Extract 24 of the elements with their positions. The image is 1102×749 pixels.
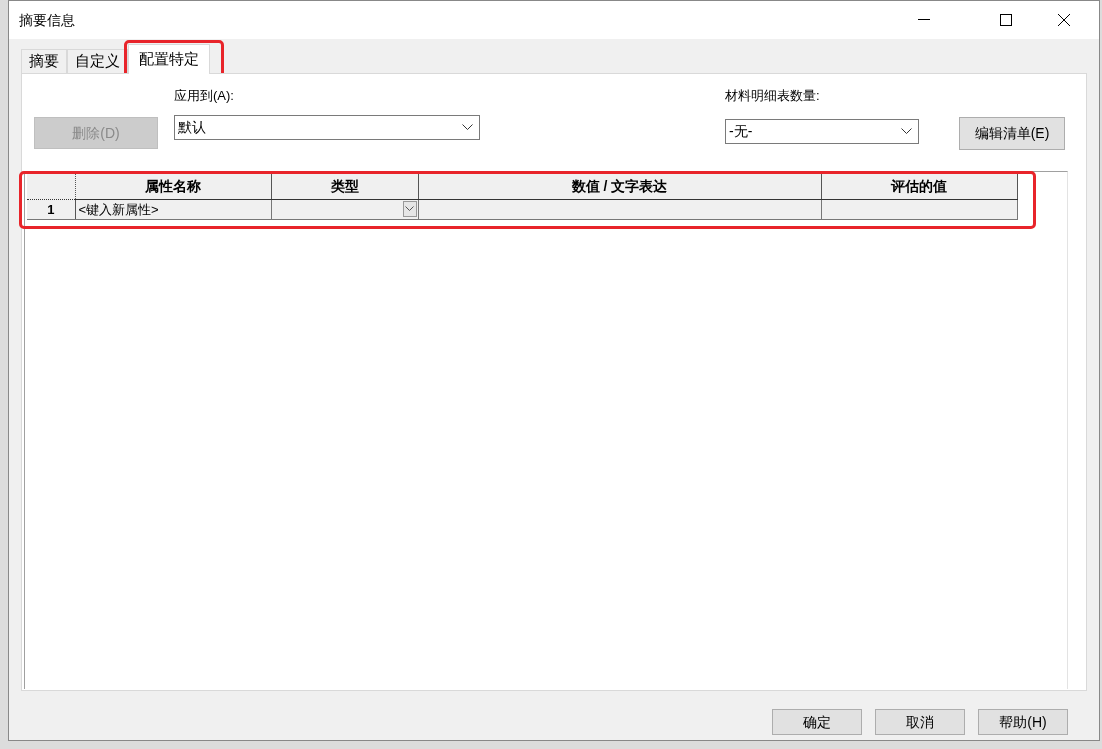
dialog-button[interactable]: 取消 (875, 709, 965, 735)
tab[interactable]: 摘要 (21, 49, 67, 73)
column-header: 评估的值 (821, 174, 1017, 199)
window-title: 摘要信息 (19, 10, 75, 30)
field-label: 材料明细表数量: (725, 87, 821, 105)
dropdown-button[interactable] (402, 200, 417, 217)
column-header: 类型 (271, 174, 418, 199)
edit-list-button[interactable]: 编辑清单(E) (959, 117, 1065, 150)
dropdown-field[interactable]: 默认 (174, 114, 480, 140)
field-label: 应用到(A): (174, 87, 235, 105)
caret-icon (405, 206, 414, 211)
caret-icon (901, 128, 912, 134)
column-header: 属性名称 (75, 174, 271, 199)
minimize-icon (918, 19, 930, 21)
tab[interactable]: 配置特定 (128, 44, 210, 74)
column-header: 数值 / 文字表达 (418, 174, 821, 199)
dropdown-field[interactable]: -无- (725, 118, 919, 144)
dialog-button[interactable]: 帮助(H) (978, 709, 1068, 735)
row-number: 1 (27, 199, 75, 220)
tab[interactable]: 自定义 (67, 49, 128, 73)
caret-icon (462, 124, 473, 130)
maximize-icon (1000, 14, 1012, 26)
close-icon (1058, 14, 1070, 26)
dialog-button[interactable]: 确定 (772, 709, 862, 735)
